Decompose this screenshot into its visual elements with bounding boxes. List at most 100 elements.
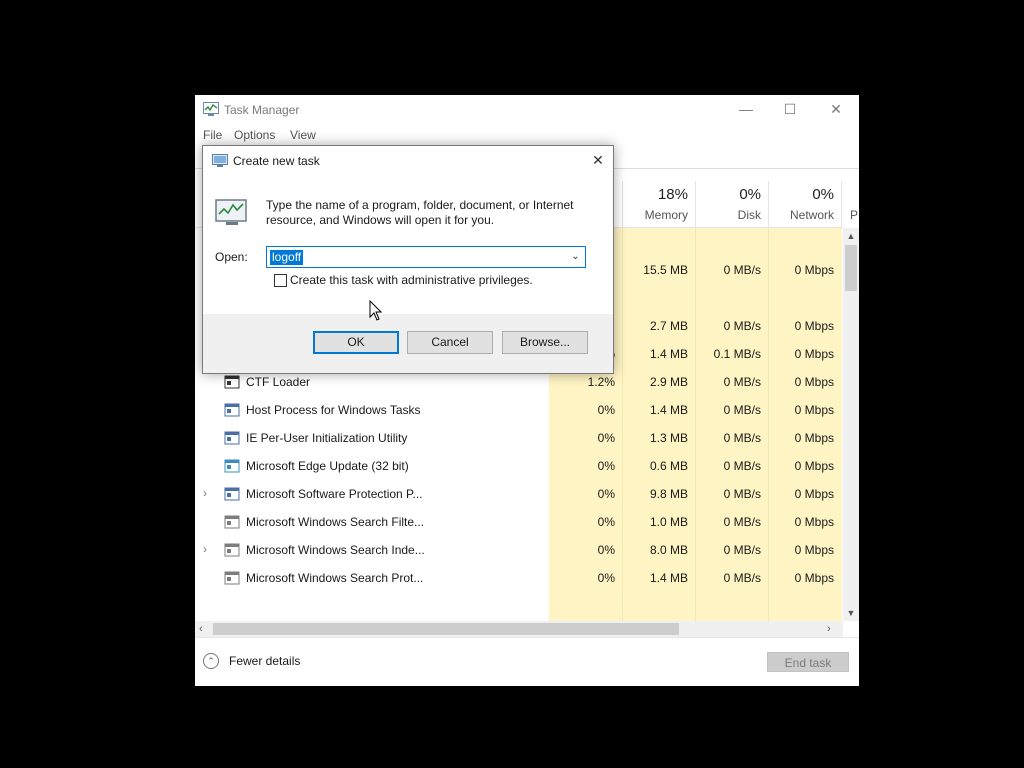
disk-column-label: Disk: [737, 208, 761, 222]
minimize-button[interactable]: —: [723, 95, 769, 125]
menu-bar: File Options View: [195, 125, 859, 145]
expand-chevron-icon[interactable]: ›: [203, 486, 213, 500]
process-disk-value: 0 MB/s: [723, 263, 761, 277]
process-cpu-value: 0%: [597, 571, 615, 585]
process-name: CTF Loader: [246, 375, 311, 389]
process-net-value: 0 Mbps: [794, 403, 834, 417]
process-row[interactable]: IE Per-User Initialization Utility 0% 1.3 …: [195, 424, 843, 452]
end-task-button[interactable]: End task: [767, 652, 849, 672]
column-header-memory[interactable]: 18% Memory: [622, 181, 696, 227]
fewer-details-link[interactable]: Fewer details: [229, 654, 300, 668]
ok-button[interactable]: OK: [313, 331, 399, 354]
power-column-label: P: [850, 208, 859, 222]
process-disk-value: 0 MB/s: [723, 543, 761, 557]
column-header-disk[interactable]: 0% Disk: [695, 181, 769, 227]
process-name: Microsoft Edge Update (32 bit): [246, 459, 409, 473]
task-manager-monitor-icon: [215, 199, 247, 225]
process-name: Host Process for Windows Tasks: [246, 403, 421, 417]
process-cpu-value: 0%: [597, 543, 615, 557]
process-icon: [224, 486, 240, 502]
process-mem-value: 15.5 MB: [643, 263, 688, 277]
process-icon: [224, 402, 240, 418]
process-disk-value: 0 MB/s: [723, 319, 761, 333]
process-net-value: 0 Mbps: [794, 571, 834, 585]
maximize-button[interactable]: ☐: [767, 95, 813, 125]
process-mem-value: 0.6 MB: [649, 459, 688, 473]
vertical-scrollbar[interactable]: ▲ ▼: [843, 228, 859, 621]
process-row[interactable]: Microsoft Windows Search Filte... 0% 1.0 M…: [195, 508, 843, 536]
process-mem-value: 1.4 MB: [649, 347, 688, 361]
process-net-value: 0 Mbps: [794, 515, 834, 529]
task-manager-icon: [203, 102, 219, 116]
scroll-right-icon[interactable]: ›: [827, 621, 839, 637]
process-name: Microsoft Windows Search Prot...: [246, 571, 424, 585]
network-usage-percent: 0%: [812, 186, 834, 203]
chevron-down-icon[interactable]: ⌄: [567, 248, 584, 266]
process-row[interactable]: › Microsoft Software Protection P... 0% 9.8…: [195, 480, 843, 508]
expand-chevron-icon[interactable]: ›: [203, 542, 213, 556]
footer: ⌃ Fewer details End task: [195, 637, 859, 686]
process-net-value: 0 Mbps: [794, 543, 834, 557]
vertical-scroll-thumb[interactable]: [845, 245, 857, 291]
process-disk-value: 0 MB/s: [723, 487, 761, 501]
horizontal-scrollbar[interactable]: ‹ ›: [195, 621, 843, 637]
horizontal-scroll-thumb[interactable]: [213, 623, 679, 635]
process-cpu-value: 0%: [597, 431, 615, 445]
process-disk-value: 0 MB/s: [723, 431, 761, 445]
process-name: Microsoft Software Protection P...: [246, 487, 423, 501]
menu-options[interactable]: Options: [234, 128, 275, 142]
process-name: Microsoft Windows Search Inde...: [246, 543, 425, 557]
menu-file[interactable]: File: [203, 128, 222, 142]
process-mem-value: 2.7 MB: [649, 319, 688, 333]
process-mem-value: 9.8 MB: [649, 487, 688, 501]
process-icon: [224, 514, 240, 530]
process-name: IE Per-User Initialization Utility: [246, 431, 408, 445]
process-disk-value: 0 MB/s: [723, 571, 761, 585]
process-name: Microsoft Windows Search Filte...: [246, 515, 425, 529]
open-combobox[interactable]: logoff ⌄: [266, 246, 586, 268]
browse-button[interactable]: Browse...: [502, 331, 588, 354]
cancel-button[interactable]: Cancel: [407, 331, 493, 354]
menu-view[interactable]: View: [290, 128, 316, 142]
process-cpu-value: 0%: [597, 459, 615, 473]
process-row[interactable]: Host Process for Windows Tasks 0% 1.4 MB 0 …: [195, 396, 843, 424]
process-cpu-value: 0%: [597, 403, 615, 417]
process-cpu-value: 0%: [597, 487, 615, 501]
memory-column-label: Memory: [644, 208, 688, 222]
process-cpu-value: 0%: [597, 515, 615, 529]
scroll-up-icon[interactable]: ▲: [843, 228, 859, 244]
mouse-pointer-icon: [369, 300, 383, 321]
column-header-power[interactable]: P: [841, 181, 859, 227]
process-mem-value: 1.4 MB: [649, 403, 688, 417]
admin-privileges-checkbox[interactable]: [274, 274, 287, 287]
process-disk-value: 0 MB/s: [723, 515, 761, 529]
open-input-value[interactable]: logoff: [270, 250, 304, 265]
process-net-value: 0 Mbps: [794, 431, 834, 445]
admin-privileges-label[interactable]: Create this task with administrative pri…: [290, 273, 533, 287]
process-mem-value: 1.0 MB: [649, 515, 688, 529]
scroll-left-icon[interactable]: ‹: [199, 621, 211, 637]
process-disk-value: 0 MB/s: [723, 375, 761, 389]
process-row[interactable]: Microsoft Edge Update (32 bit) 0% 0.6 MB 0 …: [195, 452, 843, 480]
scroll-down-icon[interactable]: ▼: [843, 605, 859, 621]
process-row[interactable]: Microsoft Windows Search Prot... 0% 1.4 MB…: [195, 564, 843, 592]
process-row[interactable]: › Microsoft Windows Search Inde... 0% 8.0 M…: [195, 536, 843, 564]
process-net-value: 0 Mbps: [794, 375, 834, 389]
memory-usage-percent: 18%: [657, 186, 688, 203]
process-icon: [224, 374, 240, 390]
process-disk-value: 0.1 MB/s: [713, 347, 761, 361]
column-header-network[interactable]: 0% Network: [768, 181, 842, 227]
title-bar[interactable]: Task Manager — ☐ ✕: [195, 95, 859, 125]
process-icon: [224, 542, 240, 558]
process-net-value: 0 Mbps: [794, 459, 834, 473]
process-mem-value: 1.4 MB: [649, 571, 688, 585]
process-disk-value: 0 MB/s: [723, 459, 761, 473]
process-mem-value: 8.0 MB: [649, 543, 688, 557]
chevron-up-icon[interactable]: ⌃: [203, 653, 219, 669]
dialog-close-icon[interactable]: ✕: [587, 150, 609, 170]
process-icon: [224, 458, 240, 474]
close-button[interactable]: ✕: [813, 95, 859, 125]
window-title: Task Manager: [224, 103, 300, 117]
network-column-label: Network: [789, 208, 834, 222]
process-net-value: 0 Mbps: [794, 487, 834, 501]
